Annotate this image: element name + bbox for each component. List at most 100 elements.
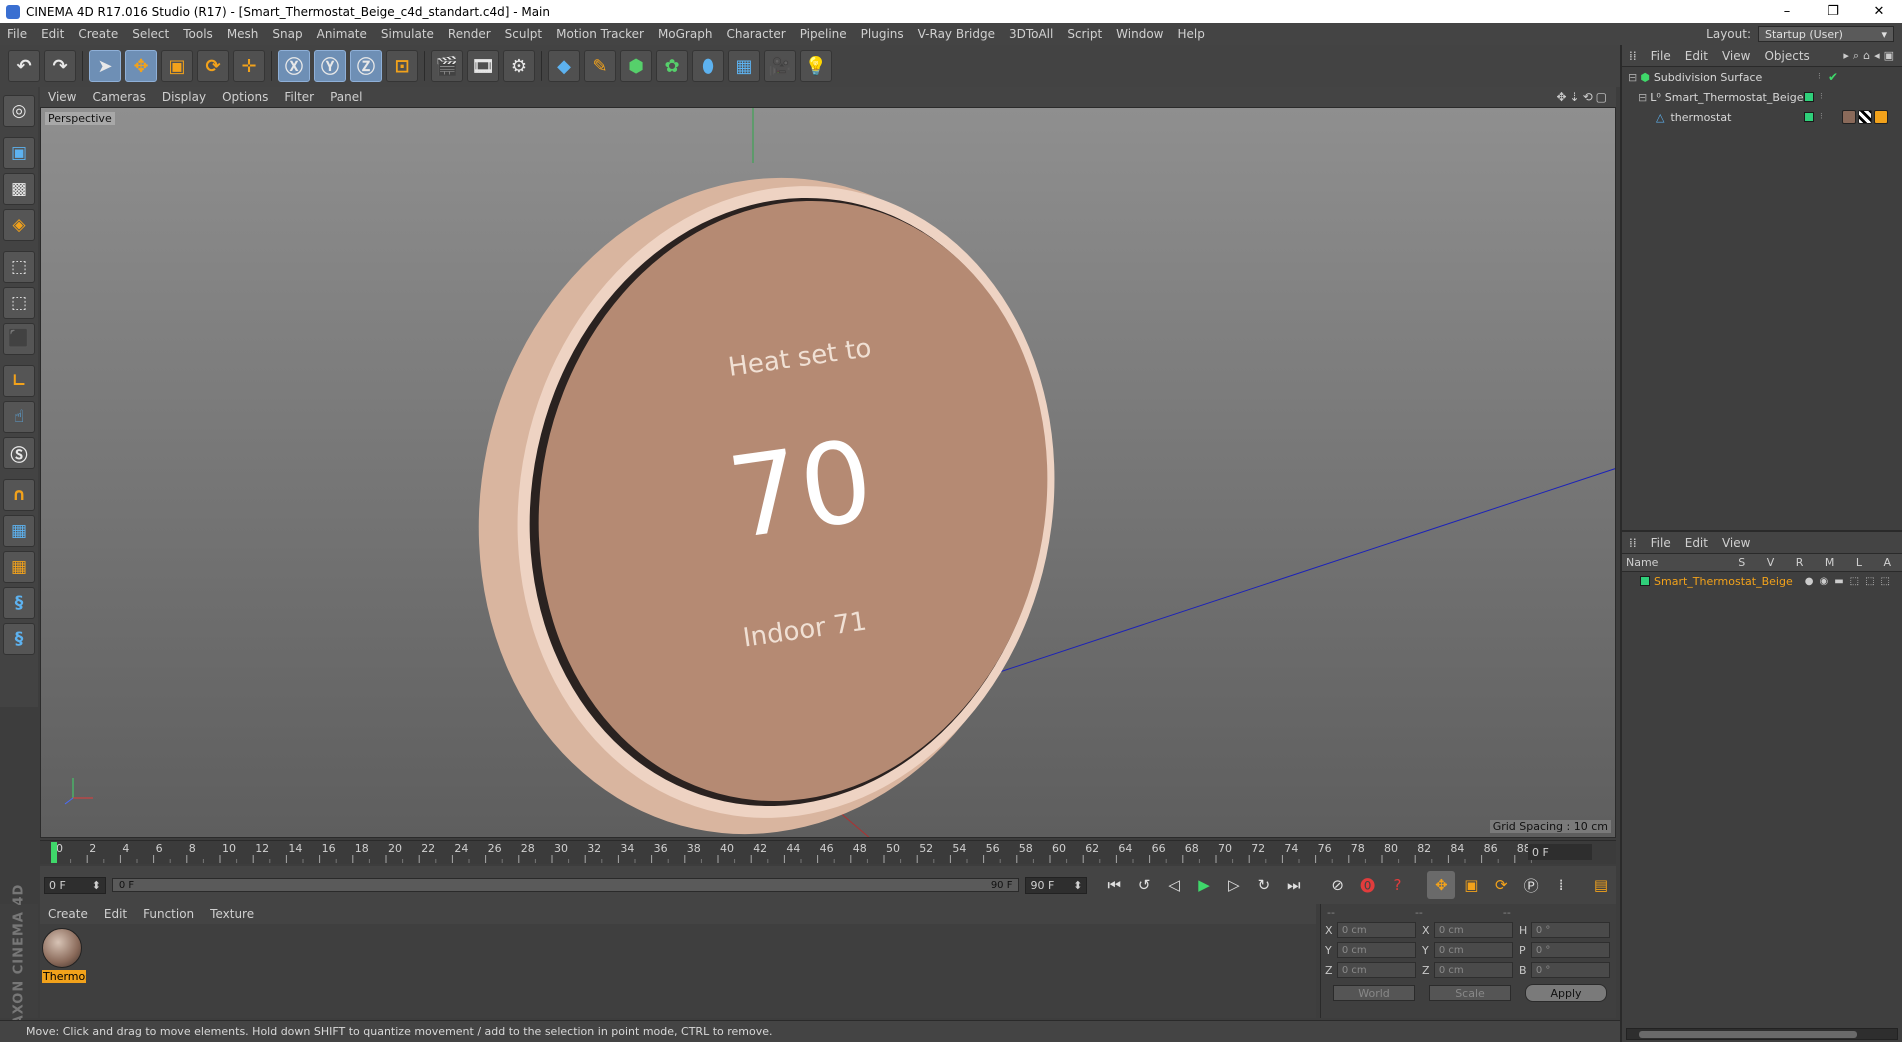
make-editable-icon[interactable]: ◎ bbox=[3, 95, 35, 127]
go-to-end-icon[interactable]: ⏭ bbox=[1280, 871, 1308, 899]
material-tag-icon[interactable] bbox=[1842, 110, 1856, 124]
collapse-icon[interactable]: ⊟ bbox=[1638, 91, 1647, 104]
visibility-dots-icon[interactable]: ⁝ bbox=[1818, 72, 1821, 82]
preview-range-slider[interactable]: 0 F 90 F bbox=[111, 878, 1020, 892]
rotate-tool-icon[interactable]: ⟳ bbox=[197, 50, 229, 82]
play-forward-icon[interactable]: ▶ bbox=[1190, 871, 1218, 899]
layer-menu-file[interactable]: File bbox=[1644, 536, 1678, 550]
subdivision-surface-icon[interactable]: ⬢ bbox=[620, 50, 652, 82]
menu-window[interactable]: Window bbox=[1109, 27, 1170, 41]
object-menu-file[interactable]: File bbox=[1644, 49, 1678, 63]
menu-create[interactable]: Create bbox=[71, 27, 125, 41]
rotation-p-field[interactable]: 0 ° bbox=[1530, 942, 1610, 958]
viewport-menu-options[interactable]: Options bbox=[214, 90, 276, 104]
menu-motion-tracker[interactable]: Motion Tracker bbox=[549, 27, 651, 41]
edges-mode-icon[interactable]: ⬚ bbox=[3, 287, 35, 319]
coordinate-mode-dropdown[interactable]: World bbox=[1333, 985, 1415, 1001]
position-x-field[interactable]: 0 cm bbox=[1336, 922, 1416, 938]
size-y-field[interactable]: 0 cm bbox=[1433, 942, 1513, 958]
timeline-window-icon[interactable]: ▤ bbox=[1587, 871, 1615, 899]
viewport-menu-filter[interactable]: Filter bbox=[276, 90, 322, 104]
key-parameter-icon[interactable]: Ⓟ bbox=[1517, 871, 1545, 899]
light-icon[interactable]: 💡 bbox=[800, 50, 832, 82]
perspective-viewport[interactable]: Heat set to 70 Indoor 71 Perspective Gri… bbox=[40, 107, 1616, 838]
last-tool-icon[interactable]: ✛ bbox=[233, 50, 265, 82]
menu-vray-bridge[interactable]: V-Ray Bridge bbox=[911, 27, 1002, 41]
position-y-field[interactable]: 0 cm bbox=[1336, 942, 1416, 958]
scale-tool-icon[interactable]: ▣ bbox=[161, 50, 193, 82]
layout-dropdown[interactable]: Startup (User) ▾ bbox=[1758, 26, 1894, 42]
rotation-b-field[interactable]: 0 ° bbox=[1530, 962, 1610, 978]
menu-mograph[interactable]: MoGraph bbox=[651, 27, 720, 41]
layer-row[interactable]: Smart_Thermostat_Beige ●◉▬⬚⬚⬚ bbox=[1622, 572, 1902, 590]
rotation-h-field[interactable]: 0 ° bbox=[1530, 922, 1610, 938]
close-button[interactable]: ✕ bbox=[1856, 0, 1902, 23]
material-menu-texture[interactable]: Texture bbox=[202, 907, 262, 921]
floor-environment-icon[interactable]: ▦ bbox=[728, 50, 760, 82]
viewport-nav-icons[interactable]: ✥⇣⟲▢ bbox=[1556, 90, 1610, 104]
visibility-dots-icon[interactable]: ⁝ bbox=[1820, 92, 1823, 102]
key-position-icon[interactable]: ✥ bbox=[1427, 871, 1456, 899]
render-settings-icon[interactable]: ⚙ bbox=[503, 50, 535, 82]
polygons-mode-icon[interactable]: ⬛ bbox=[3, 323, 35, 355]
render-picture-viewer-icon[interactable]: 🎞 bbox=[467, 50, 499, 82]
object-menu-edit[interactable]: Edit bbox=[1678, 49, 1715, 63]
redo-icon[interactable]: ↷ bbox=[44, 50, 76, 82]
model-mode-icon[interactable]: ▣ bbox=[3, 137, 35, 169]
layer-flag-icons[interactable]: ●◉▬⬚⬚⬚ bbox=[1805, 576, 1896, 587]
timeline-ruler[interactable]: 0 2 4 6 8 10 12 14 16 18 20 22 24 26 28 30 32 34 36 38 40 42 4… bbox=[40, 840, 1616, 864]
menu-help[interactable]: Help bbox=[1170, 27, 1211, 41]
snapping-icon[interactable]: Ⓢ bbox=[3, 437, 35, 469]
axis-mode-icon[interactable]: ∟ bbox=[3, 365, 35, 397]
python-script-icon[interactable]: § bbox=[3, 587, 35, 619]
size-z-field[interactable]: 0 cm bbox=[1433, 962, 1513, 978]
cloner-icon[interactable]: ✿ bbox=[656, 50, 688, 82]
collapse-icon[interactable]: ⊟ bbox=[1628, 71, 1637, 84]
menu-pipeline[interactable]: Pipeline bbox=[793, 27, 854, 41]
move-tool-icon[interactable]: ✥ bbox=[125, 50, 157, 82]
object-row-subdivision[interactable]: ⊟ ⬢ Subdivision Surface ⁝ ✔ bbox=[1622, 67, 1902, 87]
menu-select[interactable]: Select bbox=[125, 27, 176, 41]
select-arrow-icon[interactable]: ➤ bbox=[89, 50, 121, 82]
material-slot[interactable]: Thermos bbox=[42, 928, 86, 986]
z-axis-lock-icon[interactable]: Ⓩ bbox=[350, 50, 382, 82]
deformer-icon[interactable]: ⬮ bbox=[692, 50, 724, 82]
record-keys-icon[interactable]: ⊘ bbox=[1324, 871, 1352, 899]
cube-primitive-icon[interactable]: ◆ bbox=[548, 50, 580, 82]
layer-color-swatch[interactable] bbox=[1640, 576, 1650, 586]
menu-3dtoall[interactable]: 3DToAll bbox=[1002, 27, 1060, 41]
horizontal-scrollbar[interactable] bbox=[1626, 1028, 1898, 1040]
magnet-icon[interactable]: ∩ bbox=[3, 479, 35, 511]
restore-button[interactable]: ❐ bbox=[1810, 0, 1856, 23]
minimize-button[interactable]: – bbox=[1764, 0, 1810, 23]
workplane-align-icon[interactable]: ▦ bbox=[3, 551, 35, 583]
scrollbar-thumb[interactable] bbox=[1639, 1031, 1857, 1038]
key-point-level-icon[interactable]: ⁞ bbox=[1547, 871, 1575, 899]
points-mode-icon[interactable]: ⬚ bbox=[3, 251, 35, 283]
object-row-thermostat[interactable]: △ thermostat ⁝ bbox=[1622, 107, 1902, 127]
viewport-menu-view[interactable]: View bbox=[40, 90, 84, 104]
go-to-start-icon[interactable]: ⏮ bbox=[1100, 871, 1128, 899]
visibility-dots-icon[interactable]: ⁝ bbox=[1820, 112, 1823, 122]
menu-edit[interactable]: Edit bbox=[34, 27, 71, 41]
menu-plugins[interactable]: Plugins bbox=[854, 27, 911, 41]
current-frame-field[interactable]: 0 F bbox=[1528, 844, 1592, 860]
render-view-icon[interactable]: 🎬 bbox=[431, 50, 463, 82]
object-manager-tool-icons[interactable]: ▸⌕⌂◂▣ bbox=[1843, 49, 1898, 63]
camera-icon[interactable]: 🎥 bbox=[764, 50, 796, 82]
layer-menu-view[interactable]: View bbox=[1715, 536, 1757, 550]
size-mode-dropdown[interactable]: Scale bbox=[1429, 985, 1511, 1001]
key-scale-icon[interactable]: ▣ bbox=[1457, 871, 1485, 899]
next-frame-icon[interactable]: ▷ bbox=[1220, 871, 1248, 899]
python-script-2-icon[interactable]: § bbox=[3, 623, 35, 655]
menu-script[interactable]: Script bbox=[1060, 27, 1109, 41]
material-menu-edit[interactable]: Edit bbox=[96, 907, 135, 921]
material-menu-create[interactable]: Create bbox=[40, 907, 96, 921]
workplane-lock-icon[interactable]: ▦ bbox=[3, 515, 35, 547]
start-frame-field[interactable]: 0 F ⬍ bbox=[44, 876, 106, 894]
y-axis-lock-icon[interactable]: Ⓨ bbox=[314, 50, 346, 82]
viewport-menu-panel[interactable]: Panel bbox=[322, 90, 370, 104]
end-frame-field[interactable]: 90 F ⬍ bbox=[1025, 876, 1088, 894]
menu-snap[interactable]: Snap bbox=[265, 27, 309, 41]
enabled-check-icon[interactable]: ✔ bbox=[1828, 70, 1838, 84]
